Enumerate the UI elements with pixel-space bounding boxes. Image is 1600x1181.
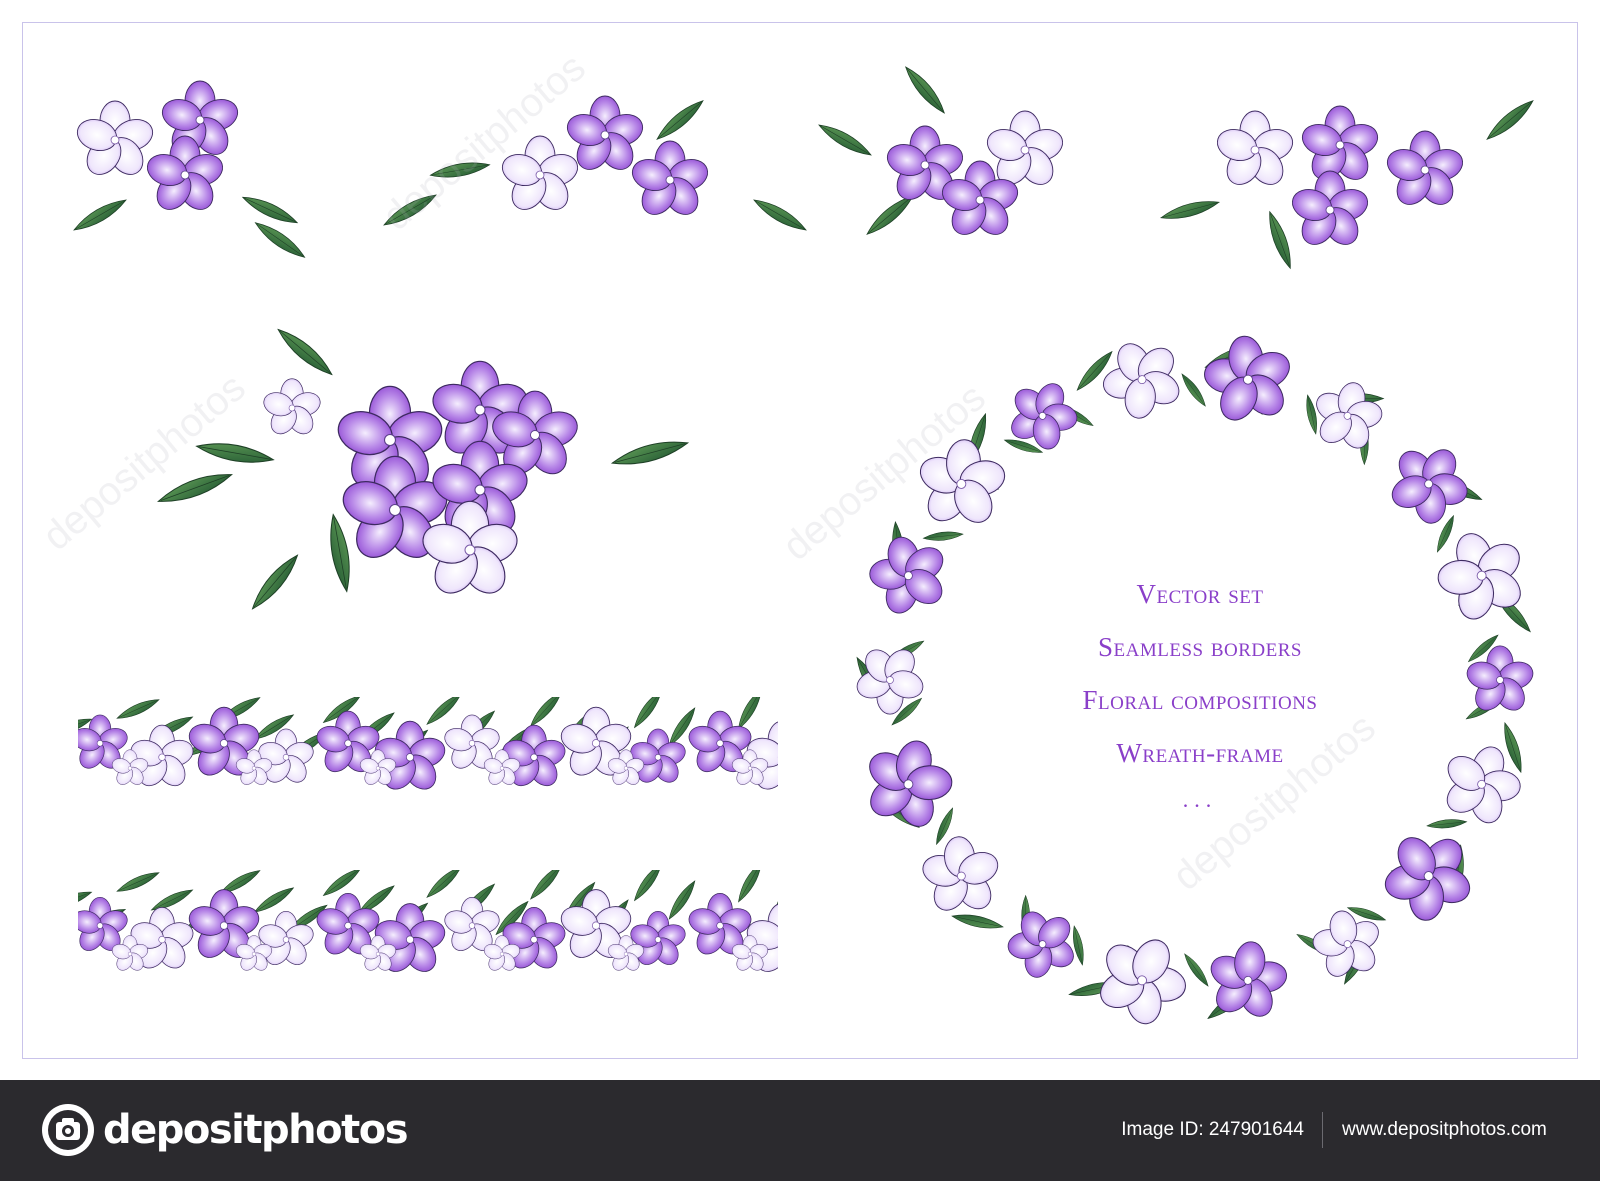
brand-logo-text: depositphotos xyxy=(103,1107,409,1153)
caption-line-seamless-borders: Seamless borders xyxy=(1098,632,1302,662)
bouquet-top-3 xyxy=(815,62,1068,242)
camera-logo-icon xyxy=(42,1104,94,1156)
floral-artwork xyxy=(70,62,1542,1035)
bouquet-top-4 xyxy=(1159,95,1538,271)
bouquet-top-1 xyxy=(70,80,309,263)
seamless-border-1 xyxy=(78,697,778,792)
bouquet-top-2 xyxy=(380,95,810,236)
wreath-caption: Vector set Seamless borders Floral compo… xyxy=(1000,568,1400,833)
caption-dots: ... xyxy=(1182,787,1218,812)
footer-divider xyxy=(1322,1112,1323,1148)
artwork-canvas: Vector set Seamless borders Floral compo… xyxy=(0,0,1600,1080)
image-id-label: Image ID: 247901644 xyxy=(1121,1119,1304,1140)
seamless-border-2 xyxy=(78,870,778,978)
caption-line-wreath-frame: Wreath-frame xyxy=(1116,738,1284,768)
caption-line-vector-set: Vector set xyxy=(1136,579,1264,609)
caption-line-floral-compositions: Floral compositions xyxy=(1082,685,1318,715)
footer-bar: depositphotos Image ID: 247901644 www.de… xyxy=(0,1080,1600,1181)
bouquet-large xyxy=(155,323,691,614)
site-url-link[interactable]: www.depositphotos.com xyxy=(1342,1118,1547,1142)
